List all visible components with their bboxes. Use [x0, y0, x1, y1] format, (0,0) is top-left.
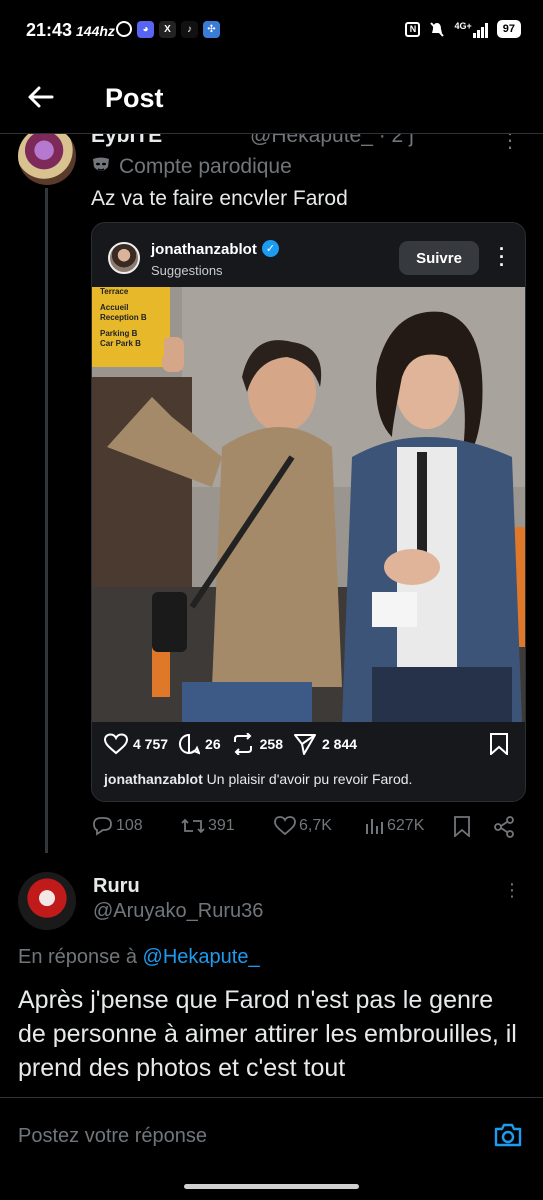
- reply-icon: [93, 817, 112, 836]
- views-button[interactable]: 627K: [364, 816, 424, 836]
- heart-icon: [104, 733, 128, 755]
- share-button[interactable]: [493, 816, 515, 838]
- send-icon: [293, 734, 316, 755]
- embedded-post-card[interactable]: jonathanzablot ✓ Suggestions Suivre · · ·: [91, 222, 526, 802]
- comment-icon: [178, 733, 201, 755]
- x-icon: X: [159, 21, 176, 38]
- analytics-icon: [366, 819, 383, 834]
- views-count: 627K: [387, 817, 425, 834]
- notification-icons: ◕ X ♪ ✣: [116, 21, 220, 38]
- parody-label: Compte parodique: [119, 155, 292, 178]
- bookmark-icon: [490, 733, 508, 757]
- in-reply-prefix: En réponse à: [18, 946, 137, 968]
- repost-button[interactable]: 391: [181, 816, 235, 836]
- back-arrow-icon[interactable]: [26, 82, 56, 112]
- reply-composer: Postez votre réponse: [0, 1097, 543, 1200]
- gesture-home-bar[interactable]: [184, 1184, 359, 1189]
- mute-icon: [430, 21, 445, 37]
- verified-badge-icon: ✓: [262, 240, 279, 257]
- reply-input[interactable]: Postez votre réponse: [18, 1125, 207, 1148]
- thread-line: [45, 188, 48, 853]
- embed-caption-user[interactable]: jonathanzablot: [104, 771, 203, 787]
- reply-author-handle[interactable]: @Aruyako_Ruru36: [93, 900, 263, 923]
- bookmark-button[interactable]: [453, 816, 471, 837]
- page-title: Post: [105, 83, 164, 113]
- embed-more-icon[interactable]: · · ·: [497, 240, 507, 274]
- embed-comment-button[interactable]: 26: [178, 733, 221, 755]
- system-icons: N 4G+ 97: [405, 20, 521, 38]
- avatar[interactable]: [18, 127, 76, 185]
- in-reply-mention-link[interactable]: @Hekapute_: [143, 946, 260, 968]
- alarm-icon: [116, 21, 132, 37]
- embed-share-button[interactable]: 2 844: [293, 733, 357, 755]
- tweet-action-bar: 108 391 6,7K 627K: [91, 816, 521, 842]
- network-icon: 4G+: [454, 20, 488, 38]
- reply-more-options-button[interactable]: ⋮: [503, 880, 521, 901]
- embed-repost-button[interactable]: 258: [231, 733, 283, 755]
- reply-text: Après j'pense que Farod n'est pas le gen…: [18, 986, 517, 1082]
- app-icon: ✣: [203, 21, 220, 38]
- photo-sign: Terrace Accueil Reception B Parking B Ca…: [100, 287, 147, 348]
- battery-indicator: 97: [496, 20, 521, 38]
- like-button[interactable]: 6,7K: [274, 816, 332, 836]
- reply-count: 108: [116, 817, 143, 834]
- embed-caption: jonathanzablot Un plaisir d'avoir pu rev…: [104, 771, 412, 787]
- repost-count: 391: [208, 817, 235, 834]
- embed-subtitle: Suggestions: [151, 263, 223, 278]
- embed-photo[interactable]: Terrace Accueil Reception B Parking B Ca…: [92, 287, 525, 722]
- tiktok-icon: ♪: [181, 21, 198, 38]
- like-count: 6,7K: [299, 817, 332, 834]
- heart-icon: [274, 816, 296, 836]
- discord-icon: ◕: [137, 21, 154, 38]
- tweet-text: Az va te faire encvler Farod: [91, 187, 348, 210]
- refresh-rate: 144hz: [76, 23, 115, 39]
- photo-illustration: [92, 287, 525, 722]
- embed-actions: 4 757 26 258 2 844: [104, 733, 357, 755]
- follow-button[interactable]: Suivre: [399, 241, 479, 275]
- reply-button[interactable]: 108: [91, 816, 143, 836]
- embed-share-count: 2 844: [321, 736, 358, 752]
- in-reply-to: En réponse à @Hekapute_: [18, 946, 260, 969]
- reply-avatar[interactable]: [18, 872, 76, 930]
- repost-icon: [233, 733, 252, 755]
- parody-mask-icon: [93, 157, 109, 171]
- bookmark-icon: [454, 816, 470, 837]
- reply-author-name[interactable]: Ruru: [93, 875, 140, 898]
- embed-comment-count: 26: [205, 736, 221, 752]
- status-bar: 21:43 144hz ◕ X ♪ ✣ N 4G+ 97: [0, 0, 543, 62]
- share-icon: [494, 816, 514, 838]
- nfc-icon: N: [405, 21, 421, 37]
- embed-username[interactable]: jonathanzablot: [151, 241, 257, 258]
- embed-like-button[interactable]: 4 757: [104, 733, 168, 755]
- repost-icon: [181, 818, 205, 834]
- embed-avatar[interactable]: [108, 242, 140, 274]
- embed-repost-count: 258: [259, 736, 283, 752]
- status-time: 21:43: [26, 20, 73, 40]
- network-type: 4G+: [454, 20, 472, 31]
- embed-caption-text: Un plaisir d'avoir pu revoir Farod.: [206, 771, 413, 787]
- camera-icon[interactable]: [493, 1122, 523, 1148]
- top-app-bar: Post: [0, 62, 543, 134]
- embed-save-button[interactable]: [489, 733, 509, 760]
- embed-like-count: 4 757: [133, 736, 169, 752]
